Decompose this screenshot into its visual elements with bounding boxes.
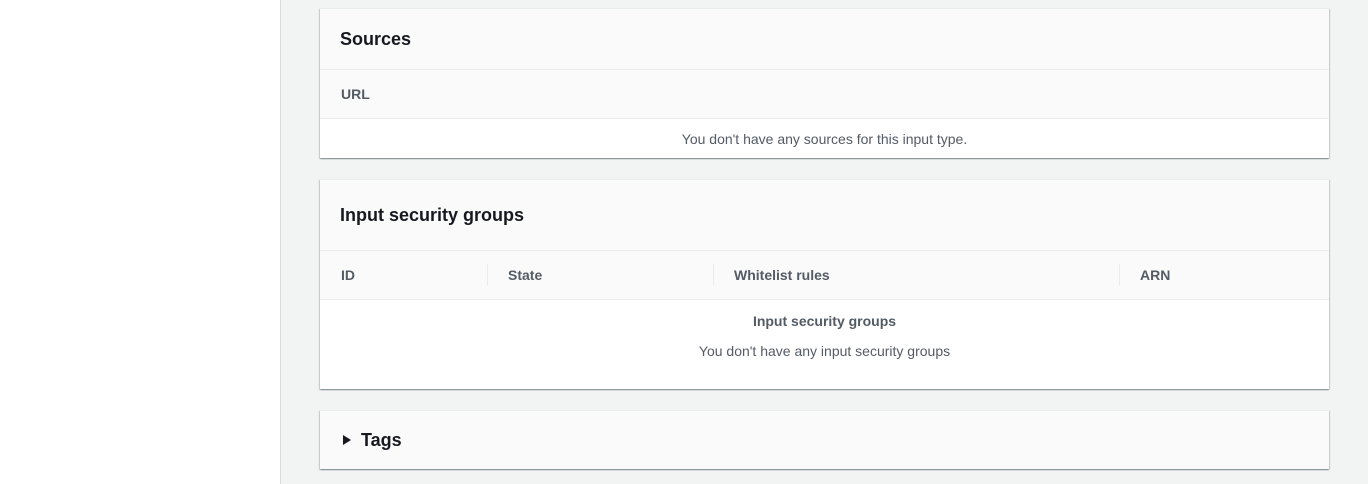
column-header-arn[interactable]: ARN — [1119, 251, 1329, 299]
sources-title: Sources — [340, 28, 412, 49]
input-security-groups-table-header: ID State Whitelist rules ARN — [320, 251, 1329, 300]
input-security-groups-empty-message: Input security groups You don't have any… — [320, 300, 1329, 389]
sources-table-header: URL — [320, 70, 1329, 119]
sources-empty-text: You don't have any sources for this inpu… — [681, 130, 968, 147]
input-security-groups-title: Input security groups — [340, 204, 525, 225]
column-header-url[interactable]: URL — [320, 70, 370, 118]
sidebar — [0, 0, 281, 484]
input-security-groups-empty-title: Input security groups — [752, 313, 897, 329]
tags-panel: Tags — [320, 410, 1329, 469]
input-security-groups-header: Input security groups — [320, 180, 1329, 251]
sources-header: Sources — [320, 9, 1329, 70]
column-header-whitelist-rules[interactable]: Whitelist rules — [713, 251, 1119, 299]
sources-panel: Sources URL You don't have any sources f… — [320, 8, 1329, 158]
caret-right-icon[interactable] — [343, 435, 351, 445]
sources-empty-message: You don't have any sources for this inpu… — [320, 119, 1329, 158]
input-security-groups-empty-text: You don't have any input security groups — [698, 343, 951, 359]
input-security-groups-panel: Input security groups ID State Whitelist… — [320, 179, 1329, 389]
tags-title[interactable]: Tags — [361, 430, 402, 451]
tags-header[interactable]: Tags — [320, 411, 1329, 469]
column-header-state[interactable]: State — [487, 251, 713, 299]
column-header-id[interactable]: ID — [320, 251, 487, 299]
